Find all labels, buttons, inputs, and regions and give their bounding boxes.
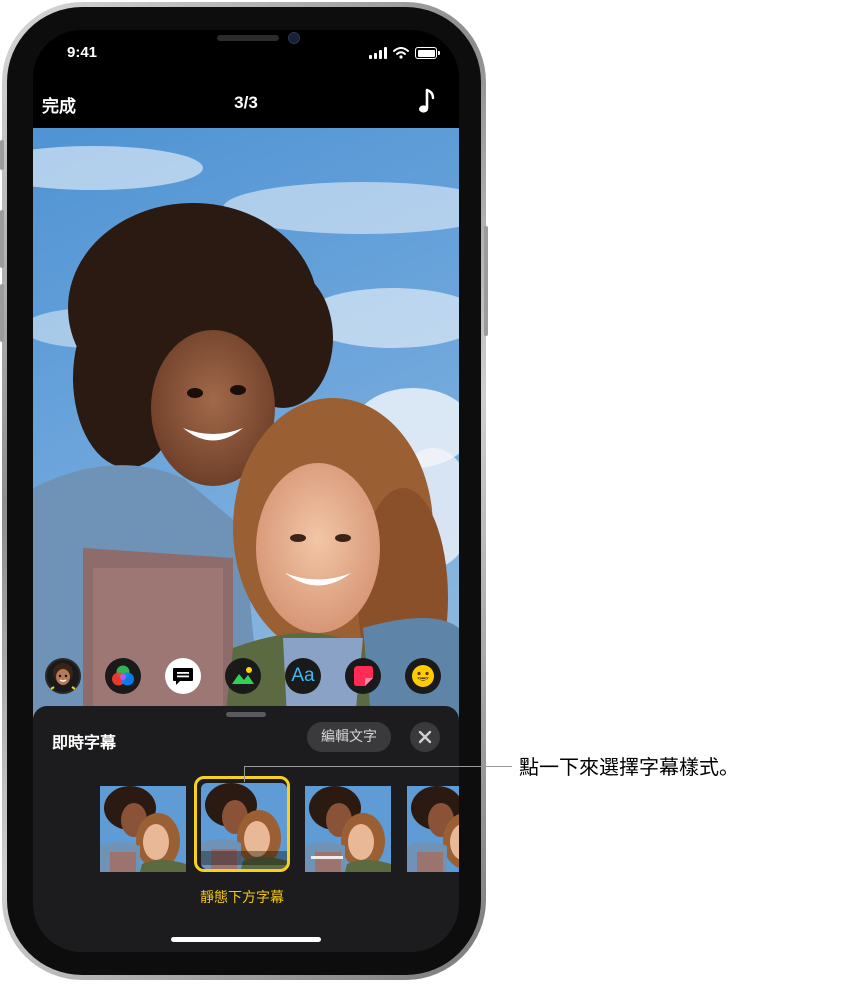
title-style-thumbnail[interactable] xyxy=(407,786,459,872)
thumbnail-image xyxy=(305,786,391,872)
posters-button[interactable] xyxy=(225,658,261,694)
earpiece-speaker xyxy=(217,35,279,41)
sheet-grabber[interactable] xyxy=(226,712,266,717)
memoji-button[interactable] xyxy=(45,658,81,694)
selected-style-name: 靜態下方字幕 xyxy=(200,890,284,906)
callout-leader-horizontal xyxy=(244,766,512,767)
stickers-icon xyxy=(354,666,373,686)
wifi-icon xyxy=(393,47,409,59)
video-preview xyxy=(33,128,459,738)
title-style-thumbnail[interactable] xyxy=(100,786,186,872)
callout-text: 點一下來選擇字幕樣式。 xyxy=(519,755,739,779)
edit-text-button[interactable]: 編輯文字 xyxy=(307,722,391,752)
live-titles-sheet: 即時字幕 編輯文字 靜態下方字幕 xyxy=(33,706,459,952)
text-icon: Aa xyxy=(291,665,315,686)
home-indicator[interactable] xyxy=(171,937,321,942)
close-button[interactable] xyxy=(410,722,440,752)
selfie-photo xyxy=(33,128,459,738)
volume-down-button xyxy=(0,284,4,342)
title-style-thumbnail[interactable] xyxy=(305,786,391,872)
front-camera xyxy=(288,32,300,44)
sheet-title: 即時字幕 xyxy=(52,733,117,752)
callout-leader-vertical xyxy=(244,766,245,782)
cellular-signal-icon xyxy=(369,47,387,59)
music-note-icon[interactable] xyxy=(417,88,437,116)
close-icon xyxy=(418,730,432,744)
effects-toolbar: Aa xyxy=(45,658,455,694)
title-style-thumbnail-selected[interactable] xyxy=(201,783,287,869)
memoji-icon xyxy=(50,663,76,690)
volume-up-button xyxy=(0,210,4,268)
live-titles-button[interactable] xyxy=(165,658,201,694)
filters-button[interactable] xyxy=(105,658,141,694)
thumbnail-image xyxy=(100,786,186,872)
side-button xyxy=(484,226,488,336)
status-icons xyxy=(369,47,440,59)
mute-switch xyxy=(0,140,4,170)
thumbnail-image xyxy=(201,783,287,869)
live-titles-icon xyxy=(173,668,193,685)
stickers-button[interactable] xyxy=(345,658,381,694)
battery-icon xyxy=(415,47,440,59)
emoji-button[interactable] xyxy=(405,658,441,694)
filters-icon xyxy=(112,665,134,686)
posters-icon xyxy=(232,667,254,684)
text-button[interactable]: Aa xyxy=(285,658,321,694)
clip-counter: 3/3 xyxy=(234,93,258,112)
phone-screen: 9:41 完成 3/3 Aa 即時字幕 編輯文字 靜態下方字幕 xyxy=(33,30,459,952)
notch xyxy=(137,30,355,60)
emoji-icon xyxy=(412,665,434,687)
status-time: 9:41 xyxy=(67,44,98,61)
thumbnail-image xyxy=(407,786,459,872)
